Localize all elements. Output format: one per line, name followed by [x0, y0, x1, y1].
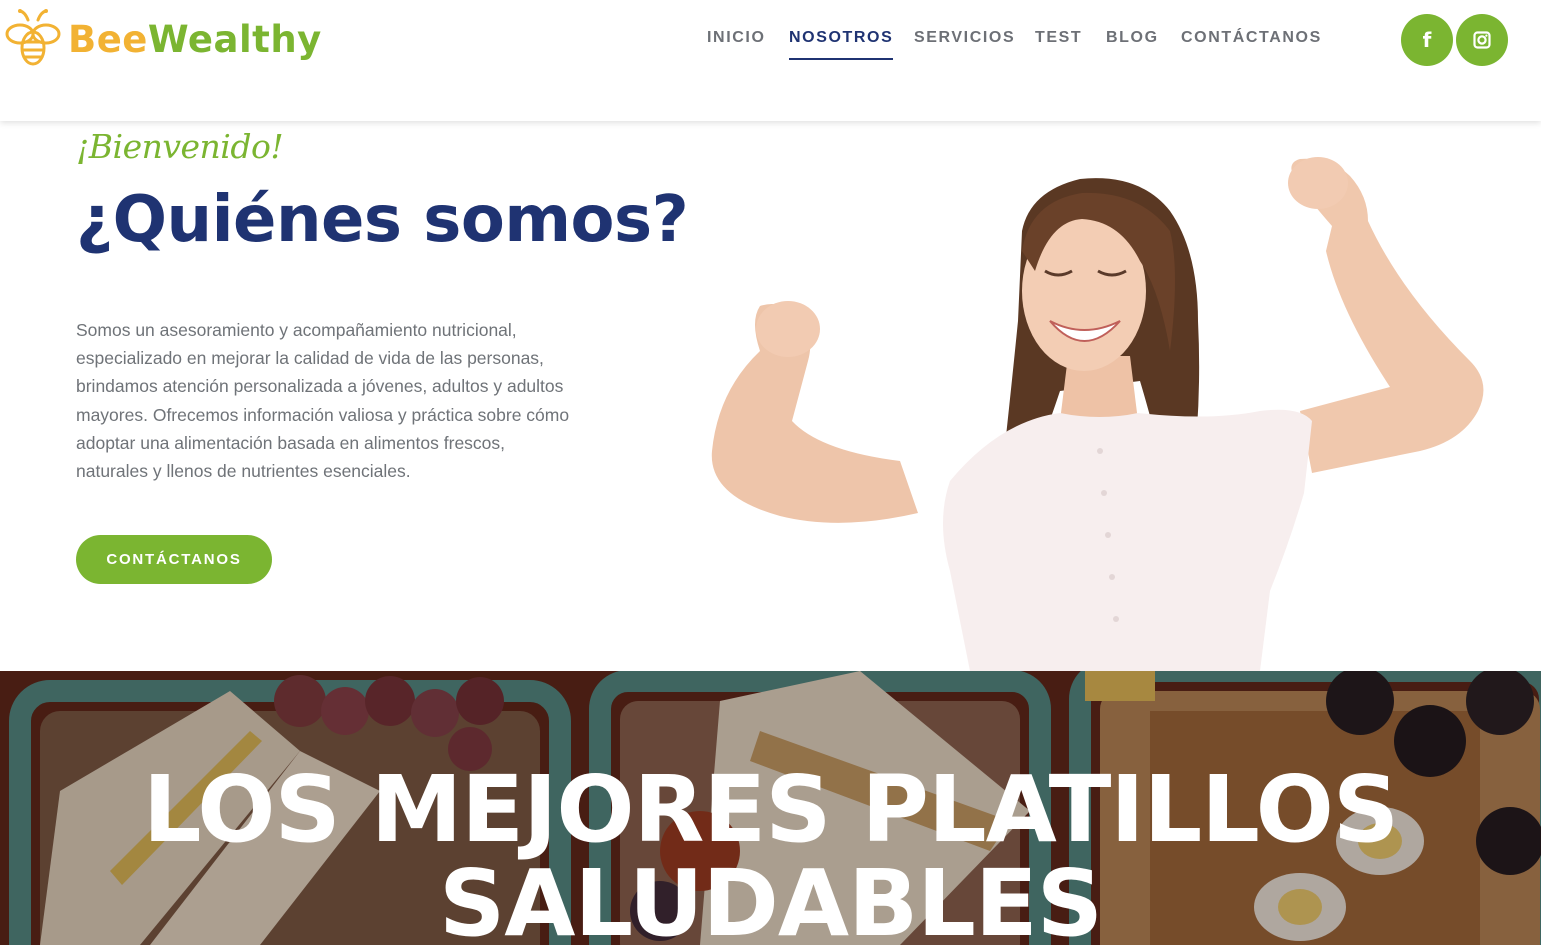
about-description: Somos un asesoramiento y acompañamiento …	[76, 320, 570, 482]
facebook-button[interactable]: f	[1401, 14, 1453, 66]
facebook-icon: f	[1422, 28, 1432, 52]
banner-title-line2: SALUDABLES	[439, 850, 1103, 945]
nav-test[interactable]: TEST	[1035, 26, 1082, 50]
site-header: BeeWealthy INICIO NOSOTROS SERVICIOS TES…	[0, 0, 1541, 121]
nav-nosotros[interactable]: NOSOTROS	[789, 26, 894, 60]
nav-contactanos[interactable]: CONTÁCTANOS	[1181, 26, 1322, 50]
welcome-text: ¡Bienvenido!	[76, 127, 284, 166]
banner-title-line1: LOS MEJORES PLATILLOS	[142, 756, 1399, 863]
contact-button[interactable]: CONTÁCTANOS	[76, 535, 272, 584]
page-title: ¿Quiénes somos?	[76, 183, 689, 257]
about-hero: ¡Bienvenido! ¿Quiénes somos? Somos un as…	[0, 121, 1541, 671]
nav-blog[interactable]: BLOG	[1106, 26, 1159, 50]
instagram-icon	[1473, 31, 1491, 49]
banner-title: LOS MEJORES PLATILLOS SALUDABLES	[0, 763, 1541, 945]
food-banner: LOS MEJORES PLATILLOS SALUDABLES	[0, 671, 1541, 945]
hero-woman-image	[711, 157, 1484, 671]
instagram-button[interactable]	[1456, 14, 1508, 66]
nav-servicios[interactable]: SERVICIOS	[914, 26, 1015, 50]
nav-inicio[interactable]: INICIO	[707, 26, 766, 50]
main-nav: INICIO NOSOTROS SERVICIOS TEST BLOG CONT…	[0, 26, 1541, 66]
